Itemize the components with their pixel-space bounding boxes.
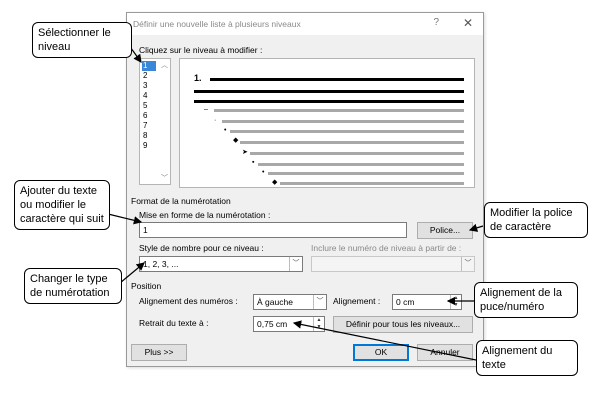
- scroll-up-icon[interactable]: ︿: [161, 60, 168, 70]
- preview-line-8: [268, 172, 464, 175]
- alignment-value: 0 cm: [396, 297, 415, 307]
- include-level-select[interactable]: ﹀: [311, 256, 475, 272]
- level-item-4[interactable]: 4: [142, 91, 156, 101]
- number-style-select[interactable]: 1, 2, 3, ... ﹀: [139, 256, 303, 272]
- preview-line-9: [280, 182, 464, 185]
- number-style-value: 1, 2, 3, ...: [143, 259, 179, 269]
- preview-bullet-2: –: [204, 106, 208, 113]
- callout-add-text: Ajouter du texte ou modifier le caractèr…: [14, 180, 110, 230]
- font-button[interactable]: Police...: [417, 222, 473, 239]
- set-all-levels-button[interactable]: Définir pour tous les niveaux...: [333, 316, 473, 333]
- list-preview: 1. – · • ◆ ➤ ▪ • ◆: [179, 58, 475, 188]
- preview-line-2: [214, 109, 464, 112]
- level-item-3[interactable]: 3: [142, 81, 156, 91]
- indent-value: 0,75 cm: [257, 319, 288, 329]
- preview-bullet-7: ▪: [252, 159, 255, 166]
- number-alignment-select[interactable]: À gauche ﹀: [253, 294, 327, 310]
- preview-bullet-6: ➤: [242, 149, 248, 156]
- preview-line-5: [240, 141, 464, 144]
- preview-bullet-3: ·: [214, 117, 217, 124]
- callout-change-type: Changer le type de numérotation: [24, 268, 122, 304]
- preview-line-1: [210, 78, 464, 81]
- chevron-down-icon: ﹀: [313, 295, 326, 309]
- format-label: Mise en forme de la numérotation :: [139, 210, 271, 220]
- preview-bullet-4: •: [224, 127, 227, 134]
- cancel-button[interactable]: Annuler: [417, 344, 473, 361]
- close-icon[interactable]: ✕: [463, 16, 473, 30]
- spinner-icon[interactable]: ▲ ▼: [450, 295, 461, 309]
- preview-bullet-8: •: [262, 169, 265, 176]
- callout-select-level: Sélectionner le niveau: [32, 22, 132, 58]
- chevron-down-icon: ﹀: [461, 257, 474, 271]
- indent-label: Retrait du texte à :: [139, 318, 209, 328]
- title-bar: Définir une nouvelle liste à plusieurs n…: [127, 13, 483, 35]
- level-item-5[interactable]: 5: [142, 101, 156, 111]
- preview-line-3: [222, 120, 464, 123]
- preview-bullet-5: ◆: [233, 137, 239, 144]
- level-item-9[interactable]: 9: [142, 141, 156, 151]
- preview-line-6: [250, 152, 464, 155]
- number-align-label: Alignement des numéros :: [139, 296, 238, 306]
- level-item-8[interactable]: 8: [142, 131, 156, 141]
- section-position-heading: Position: [131, 281, 162, 291]
- multilevel-list-dialog: Définir une nouvelle liste à plusieurs n…: [126, 12, 484, 367]
- level-item-1[interactable]: 1: [142, 61, 156, 71]
- ok-button[interactable]: OK: [353, 344, 409, 361]
- callout-align-bullet: Alignement de la puce/numéro: [474, 282, 578, 318]
- include-label: Inclure le numéro de niveau à partir de …: [311, 243, 462, 253]
- preview-line-1b: [194, 90, 464, 93]
- preview-bullet-9: ◆: [272, 179, 278, 186]
- preview-line-7: [258, 163, 464, 166]
- format-input[interactable]: 1: [139, 222, 407, 238]
- chevron-down-icon: ﹀: [289, 257, 302, 271]
- indent-input[interactable]: 0,75 cm ▲ ▼: [253, 316, 325, 332]
- level-item-2[interactable]: 2: [142, 71, 156, 81]
- style-label: Style de nombre pour ce niveau :: [139, 243, 264, 253]
- spinner-icon[interactable]: ▲ ▼: [313, 317, 324, 331]
- preview-line-4: [230, 130, 464, 133]
- preview-line-1c: [194, 100, 464, 103]
- more-button[interactable]: Plus >>: [131, 344, 187, 361]
- alignment-input[interactable]: 0 cm ▲ ▼: [392, 294, 462, 310]
- section-format-heading: Format de la numérotation: [131, 196, 231, 206]
- callout-modify-font: Modifier la police de caractère: [484, 202, 588, 238]
- number-alignment-value: À gauche: [257, 297, 293, 307]
- alignment-label: Alignement :: [333, 296, 381, 306]
- dialog-title: Définir une nouvelle liste à plusieurs n…: [133, 19, 301, 29]
- scroll-down-icon[interactable]: ﹀: [161, 173, 168, 183]
- preview-number: 1.: [194, 73, 202, 83]
- level-item-7[interactable]: 7: [142, 121, 156, 131]
- help-icon[interactable]: ?: [433, 17, 439, 28]
- callout-align-text: Alignement du texte: [476, 340, 578, 376]
- level-item-6[interactable]: 6: [142, 111, 156, 121]
- level-list[interactable]: 1 2 3 4 5 6 7 8 9 ︿ ﹀: [139, 58, 171, 185]
- level-label: Cliquez sur le niveau à modifier :: [139, 45, 263, 55]
